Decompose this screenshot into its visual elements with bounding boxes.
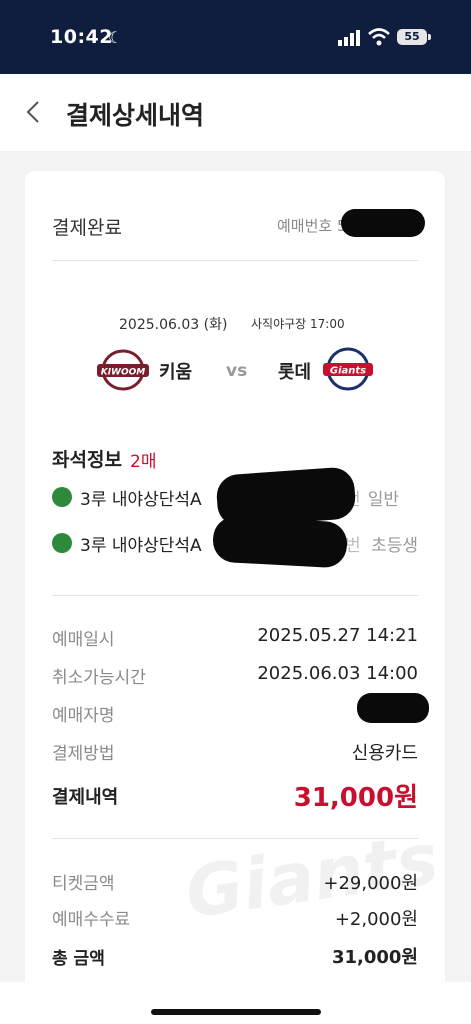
moon-icon: ☾ [108,28,123,47]
booking-date-value: 2025.05.27 14:21 [257,625,418,646]
app-header: 결제상세내역 [0,74,471,151]
grand-total-label: 총 금액 [52,949,105,969]
divider [52,260,418,261]
away-team-name: 롯데 [278,362,312,383]
seat-type: 일반 [367,490,399,510]
battery-tip [428,34,431,40]
seat-type: 초등생 [371,536,418,556]
divider [52,595,418,596]
booking-fee-label: 예매수수료 [52,910,131,930]
payment-detail-card: 결제완료 예매번호 5 2025.06.03 (화) 사직야구장 17:00 K… [25,171,445,1024]
page-title: 결제상세내역 [66,101,205,130]
bottom-bar [0,982,471,1024]
payment-total-label: 결제내역 [52,787,119,808]
redacted-booking-number [341,209,425,237]
home-team-name: 키움 [159,362,193,383]
kiwoom-logo-text: KIWOOM [101,368,146,378]
seat-count: 2매 [130,452,157,472]
status-bar: 10:42 ☾ 55 [0,0,471,74]
clock: 10:42 [50,26,113,48]
signal-icon [338,30,360,46]
back-arrow-icon[interactable] [24,100,44,124]
cancel-until-value: 2025.06.03 14:00 [257,663,418,684]
game-date: 2025.06.03 (화) [119,317,228,333]
payment-method-value: 신용카드 [351,743,418,764]
seat-section: 3루 내야상단석A [80,490,202,510]
seat-info-title: 좌석정보 [52,449,122,471]
seat-number-suffix: 번 [345,536,361,556]
ticket-price-value: +29,000원 [323,873,418,894]
grand-total-value: 31,000원 [331,947,418,968]
baseball-icon [52,487,72,507]
booking-fee-value: +2,000원 [334,909,418,930]
seat-section: 3루 내야상단석A [80,536,202,556]
baseball-icon [52,533,72,553]
payment-status: 결제완료 [52,217,122,239]
battery-icon: 55 [397,29,427,45]
home-indicator[interactable] [151,1009,321,1015]
redacted-seat-number [211,515,349,569]
versus-label: vs [226,361,248,381]
booker-label: 예매자명 [52,706,115,726]
booking-date-label: 예매일시 [52,630,115,650]
payment-total-value: 31,000원 [293,783,418,813]
cancel-until-label: 취소가능시간 [52,668,146,688]
venue-time: 사직야구장 17:00 [251,317,345,331]
giants-logo-icon: Giants [323,347,373,391]
wifi-icon [368,28,390,46]
giants-logo-text: Giants [330,366,366,377]
kiwoom-logo-icon: KIWOOM [97,349,149,391]
redacted-booker-name [357,693,429,723]
ticket-price-label: 티켓금액 [52,874,115,894]
payment-method-label: 결제방법 [52,744,115,764]
booking-number-label: 예매번호 5 [277,217,347,235]
